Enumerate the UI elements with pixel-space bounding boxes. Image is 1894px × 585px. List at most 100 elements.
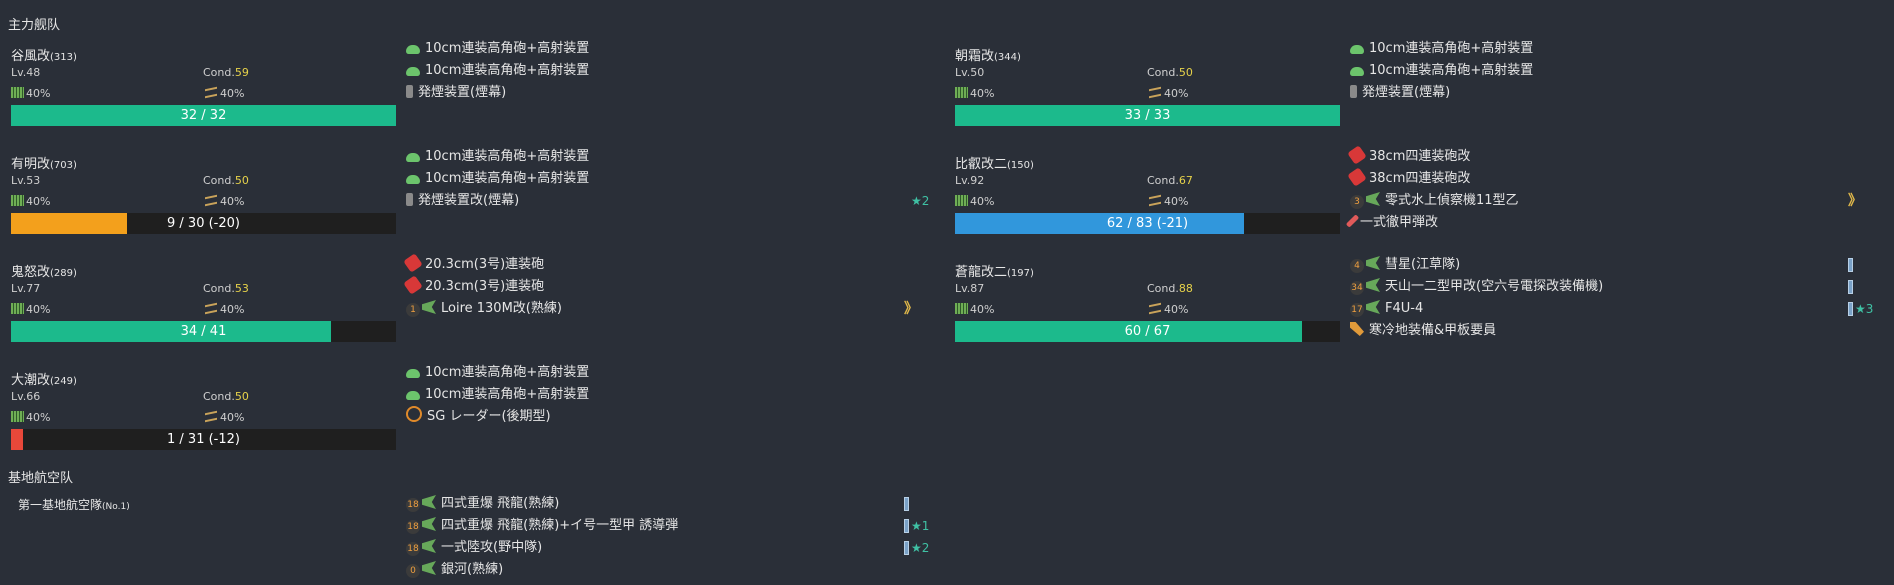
- main-fleet-heading: 主力舰队: [8, 18, 61, 33]
- equipment-row[interactable]: 0 銀河(熟練): [406, 559, 926, 581]
- equipment-row[interactable]: 発煙装置(煙幕): [406, 82, 926, 104]
- equipment-name: 10cm連装高角砲+高射装置: [425, 63, 590, 78]
- equipment-name: 零式水上偵察機11型乙: [1385, 193, 1519, 208]
- ammo-status: 40%: [205, 86, 244, 100]
- ammo-icon: [205, 302, 217, 315]
- hp-bar: 32 / 32: [11, 105, 396, 126]
- equipment-row[interactable]: 10cm連装高角砲+高射装置: [1350, 38, 1870, 60]
- land-attacker-icon: [422, 539, 436, 553]
- ship-id: (150): [1007, 160, 1034, 171]
- ship-name: 蒼龍改二(197): [955, 265, 1034, 280]
- ammo-status: 40%: [1149, 86, 1188, 100]
- equipment-row[interactable]: 18 一式陸攻(野中隊) ★2: [406, 537, 929, 559]
- aircraft-count-badge: 3: [1350, 195, 1364, 209]
- ship-card[interactable]: 比叡改二(150) Lv.92 Cond.67 40% 40% 62 / 83 …: [944, 145, 1884, 246]
- proficiency-icon: 》: [904, 301, 918, 317]
- ship-card[interactable]: 有明改(703) Lv.53 Cond.50 40% 40% 9 / 30 (-…: [0, 146, 940, 246]
- hp-text: 32 / 32: [180, 108, 227, 123]
- equipment-row[interactable]: 発煙装置改(煙幕) ★2: [406, 190, 929, 212]
- equipment-row[interactable]: 18 四式重爆 飛龍(熟練): [406, 493, 926, 515]
- base-id: (No.1): [102, 502, 130, 512]
- aircraft-count-badge: 34: [1350, 281, 1364, 295]
- equipment-row[interactable]: 10cm連装高角砲+高射装置: [406, 146, 926, 168]
- equipment-row[interactable]: 1 Loire 130M改(熟練) 》: [406, 298, 926, 320]
- equipment-row[interactable]: 寒冷地装備&甲板要員: [1350, 320, 1870, 342]
- aircraft-count-badge: 4: [1350, 259, 1364, 273]
- equipment-name: 四式重爆 飛龍(熟練): [441, 496, 560, 511]
- equipment-list: 10cm連装高角砲+高射装置 10cm連装高角砲+高射装置 発煙装置改(煙幕) ★2: [406, 146, 929, 212]
- ship-card[interactable]: 朝霜改(344) Lv.50 Cond.50 40% 40% 33 / 33 1…: [944, 38, 1884, 138]
- ship-card[interactable]: 谷風改(313) Lv.48 Cond.59 40% 40% 32 / 32 1…: [0, 38, 940, 138]
- hp-text: 34 / 41: [180, 324, 227, 339]
- equipment-name: 20.3cm(3号)連装砲: [425, 257, 545, 272]
- land-attacker-icon: [422, 561, 436, 575]
- base-name-label: 第一基地航空隊: [18, 498, 103, 512]
- ship-level: Lv.87: [955, 282, 985, 295]
- slot-gauge: [1848, 258, 1853, 272]
- ship-condition: Cond.59: [203, 66, 249, 79]
- hp-bar: 34 / 41: [11, 321, 396, 342]
- heavy-bomber-icon: [422, 517, 436, 531]
- equipment-row[interactable]: 38cm四連装砲改: [1347, 145, 1870, 168]
- equipment-row[interactable]: 38cm四連装砲改: [1347, 167, 1870, 190]
- equipment-name: 20.3cm(3号)連装砲: [425, 279, 545, 294]
- high-angle-gun-icon: [406, 45, 420, 54]
- equipment-row[interactable]: 10cm連装高角砲+高射装置: [1350, 60, 1870, 82]
- equipment-row[interactable]: 4 彗星(江草隊): [1350, 254, 1870, 276]
- aircraft-count-badge: 18: [406, 498, 420, 512]
- high-angle-gun-icon: [406, 175, 420, 184]
- ship-level: Lv.50: [955, 66, 985, 79]
- ship-level: Lv.77: [11, 282, 41, 295]
- equipment-name: 10cm連装高角砲+高射装置: [425, 171, 590, 186]
- ship-card[interactable]: 鬼怒改(289) Lv.77 Cond.53 40% 40% 34 / 41 2…: [0, 253, 940, 354]
- aircraft-count-badge: 18: [406, 542, 420, 556]
- equipment-name: 一式陸攻(野中隊): [441, 540, 543, 555]
- equipment-row[interactable]: 一式徹甲弾改: [1345, 212, 1870, 234]
- equipment-name: 38cm四連装砲改: [1369, 149, 1471, 164]
- ship-card[interactable]: 蒼龍改二(197) Lv.87 Cond.88 40% 40% 60 / 67 …: [944, 254, 1884, 354]
- equipment-row[interactable]: 3 零式水上偵察機11型乙 》: [1350, 190, 1870, 212]
- equipment-row[interactable]: SG レーダー(後期型): [406, 406, 926, 428]
- equipment-row[interactable]: 10cm連装高角砲+高射装置: [406, 362, 926, 384]
- fuel-icon: [955, 303, 968, 314]
- equipment-name: 発煙装置改(煙幕): [418, 193, 520, 208]
- ship-condition: Cond.50: [203, 174, 249, 187]
- equipment-row[interactable]: 発煙装置(煙幕): [1350, 82, 1870, 104]
- heavy-bomber-icon: [422, 495, 436, 509]
- equipment-list: 10cm連装高角砲+高射装置 10cm連装高角砲+高射装置 SG レーダー(後期型): [406, 362, 926, 428]
- equipment-name: 10cm連装高角砲+高射装置: [1369, 63, 1534, 78]
- equipment-row[interactable]: 34 天山一二型甲改(空六号電探改装備機): [1350, 276, 1870, 298]
- equipment-row[interactable]: 10cm連装高角砲+高射装置: [406, 38, 926, 60]
- fuel-status: 40%: [11, 411, 50, 424]
- equipment-row[interactable]: 10cm連装高角砲+高射装置: [406, 60, 926, 82]
- equipment-row[interactable]: 10cm連装高角砲+高射装置: [406, 168, 926, 190]
- equipment-row[interactable]: 10cm連装高角砲+高射装置: [406, 384, 926, 406]
- ammo-icon: [205, 410, 217, 423]
- fuel-icon: [11, 195, 24, 206]
- equipment-list: 4 彗星(江草隊) 34 天山一二型甲改(空六号電探改装備機) 17 F4U-4 ★3 寒冷地…: [1350, 254, 1873, 342]
- ammo-status: 40%: [1149, 302, 1188, 316]
- equipment-name: F4U-4: [1385, 301, 1424, 316]
- equipment-row[interactable]: 17 F4U-4 ★3: [1350, 298, 1873, 320]
- aircraft-count-badge: 1: [406, 303, 420, 317]
- ammo-status: 40%: [205, 410, 244, 424]
- hp-bar: 33 / 33: [955, 105, 1340, 126]
- ship-id: (197): [1007, 268, 1034, 279]
- equipment-name: 10cm連装高角砲+高射装置: [1369, 41, 1534, 56]
- slot-gauge: [904, 519, 909, 533]
- fuel-icon: [11, 303, 24, 314]
- main-gun-icon: [403, 253, 423, 273]
- ship-card[interactable]: 大潮改(249) Lv.66 Cond.50 40% 40% 1 / 31 (-…: [0, 362, 940, 462]
- ship-name: 鬼怒改(289): [11, 265, 77, 280]
- ship-condition: Cond.50: [203, 390, 249, 403]
- aircraft-count-badge: 18: [406, 520, 420, 534]
- slot-gauge: [904, 541, 909, 555]
- equipment-row[interactable]: 20.3cm(3号)連装砲: [403, 253, 926, 276]
- equipment-list: 20.3cm(3号)連装砲 20.3cm(3号)連装砲 1 Loire 130M改(熟…: [403, 253, 926, 320]
- equipment-row[interactable]: 18 四式重爆 飛龍(熟練)+イ号一型甲 誘導弾 ★1: [406, 515, 929, 537]
- equipment-row[interactable]: 20.3cm(3号)連装砲: [403, 275, 926, 298]
- condition-value: 67: [1178, 174, 1193, 187]
- hp-text: 62 / 83 (-21): [1106, 216, 1189, 231]
- ship-name: 大潮改(249): [11, 373, 77, 388]
- condition-value: 59: [234, 66, 249, 79]
